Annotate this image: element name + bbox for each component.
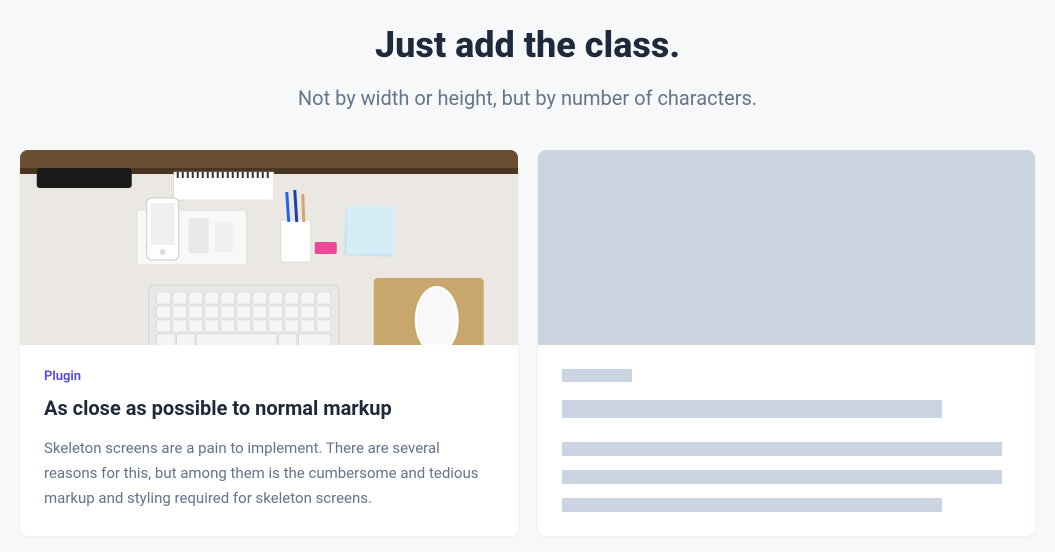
skeleton-title-placeholder: [562, 400, 942, 418]
skeleton-body: [538, 345, 1036, 536]
page-subtitle: Not by width or height, but by number of…: [0, 86, 1055, 110]
card-description: Skeleton screens are a pain to implement…: [44, 436, 494, 510]
card-image: [20, 150, 518, 345]
skeleton-text-placeholder: [562, 470, 1002, 484]
card-title: As close as possible to normal markup: [44, 396, 494, 420]
skeleton-text-placeholder: [562, 498, 942, 512]
card-body: Plugin As close as possible to normal ma…: [20, 345, 518, 534]
skeleton-image-placeholder: [538, 150, 1036, 345]
skeleton-tag-placeholder: [562, 369, 632, 382]
content-card: Plugin As close as possible to normal ma…: [20, 150, 518, 536]
skeleton-text-placeholder: [562, 442, 1002, 456]
skeleton-card: [538, 150, 1036, 536]
page-title: Just add the class.: [0, 24, 1055, 66]
cards-container: Plugin As close as possible to normal ma…: [0, 150, 1055, 536]
page-header: Just add the class. Not by width or heig…: [0, 0, 1055, 150]
card-tag: Plugin: [44, 369, 494, 384]
